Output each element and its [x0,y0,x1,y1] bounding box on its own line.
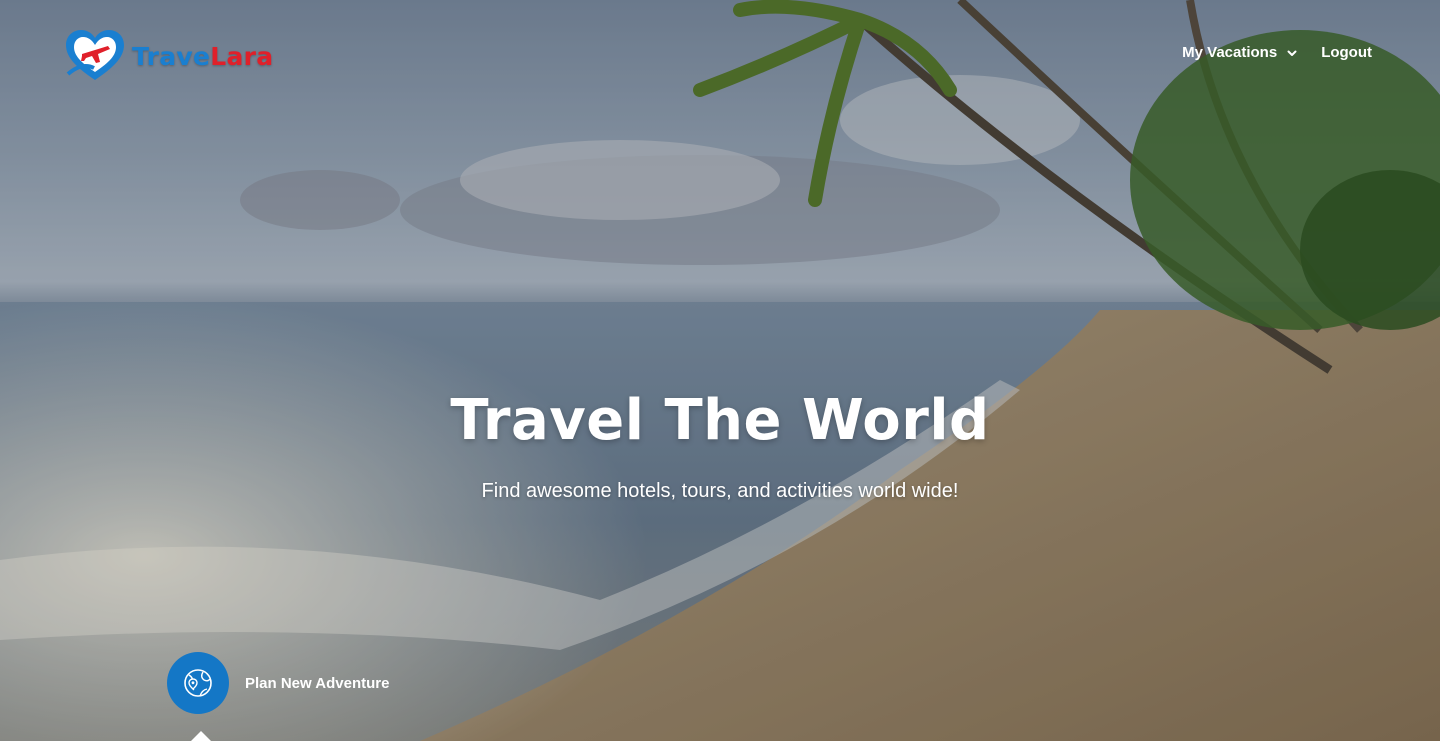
hero-banner: TraveLara My Vacations Logout Travel The… [0,0,1440,741]
chevron-down-icon [1287,50,1297,56]
heart-plane-logo-icon [66,30,124,80]
globe-pin-icon [184,669,212,697]
nav-my-vacations-label: My Vacations [1182,44,1278,61]
hero-subtitle: Find awesome hotels, tours, and activiti… [481,480,959,502]
top-nav: My Vacations Logout [1182,44,1372,61]
plan-new-adventure-label: Plan New Adventure [245,674,390,692]
hero-overlay [0,0,1440,741]
hero-title: Travel The World [450,388,990,453]
nav-my-vacations[interactable]: My Vacations [1182,44,1297,61]
active-tab-pointer [191,731,211,741]
plan-new-adventure-button[interactable]: Plan New Adventure [167,652,389,714]
plan-icon-circle [167,652,229,714]
brand-name: TraveLara [132,41,274,71]
brand-logo[interactable]: TraveLara [64,28,273,84]
nav-logout-label: Logout [1321,44,1372,61]
nav-logout[interactable]: Logout [1321,44,1372,61]
